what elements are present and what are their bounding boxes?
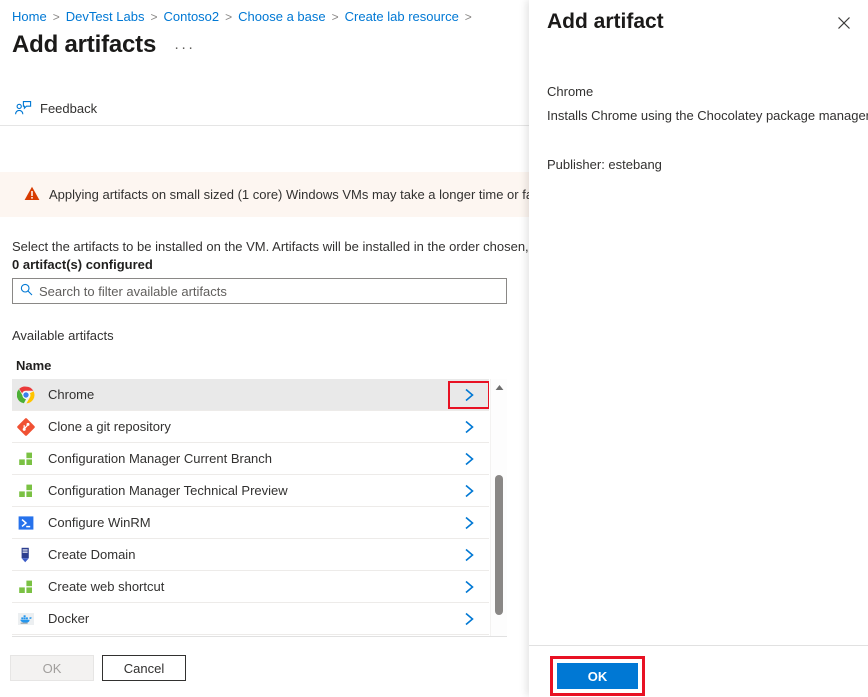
scroll-up-arrow-icon[interactable]: [491, 379, 507, 395]
feedback-person-icon: [14, 100, 32, 116]
docker-icon: [16, 609, 36, 629]
feedback-button[interactable]: Feedback: [14, 92, 97, 124]
more-options-button[interactable]: ···: [174, 33, 195, 63]
artifacts-rows: Chrome Clone: [12, 379, 489, 636]
breadcrumb-item-devtest-labs[interactable]: DevTest Labs: [66, 7, 145, 27]
breadcrumb-separator: >: [332, 7, 339, 27]
chevron-right-icon[interactable]: [449, 579, 489, 595]
breadcrumb-item-contoso2[interactable]: Contoso2: [163, 7, 219, 27]
breadcrumb-item-create-lab-resource[interactable]: Create lab resource: [345, 7, 459, 27]
table-row[interactable]: Configuration Manager Current Branch: [12, 443, 489, 475]
powershell-icon: [16, 513, 36, 533]
chrome-icon: [16, 385, 36, 405]
breadcrumb-separator: >: [225, 7, 232, 27]
cancel-button[interactable]: Cancel: [102, 655, 186, 681]
panel-ok-highlight: OK: [550, 656, 645, 696]
azure-portal-screen: Home > DevTest Labs > Contoso2 > Choose …: [0, 0, 868, 696]
feedback-label: Feedback: [40, 101, 97, 116]
ok-button: OK: [10, 655, 94, 681]
artifact-count-status: 0 artifact(s) configured: [12, 255, 153, 274]
breadcrumb-separator: >: [465, 7, 472, 27]
panel-footer: OK: [529, 645, 868, 697]
chevron-right-icon[interactable]: [449, 515, 489, 531]
table-row[interactable]: Configure WinRM: [12, 507, 489, 539]
chevron-right-icon[interactable]: [449, 419, 489, 435]
warning-banner: Applying artifacts on small sized (1 cor…: [0, 172, 529, 217]
chevron-right-icon[interactable]: [449, 382, 489, 408]
instruction-text: Select the artifacts to be installed on …: [12, 237, 529, 256]
panel-ok-button[interactable]: OK: [557, 663, 638, 689]
breadcrumb-separator: >: [150, 7, 157, 27]
domain-icon: [16, 545, 36, 565]
blade-footer: OK Cancel: [0, 645, 529, 696]
artifact-name: Create web shortcut: [48, 579, 449, 594]
table-row[interactable]: Create Domain: [12, 539, 489, 571]
page-title: Add artifacts: [12, 30, 156, 60]
sccm-squares-icon: [16, 449, 36, 469]
artifact-name: Docker: [48, 611, 449, 626]
panel-title: Add artifact: [547, 8, 664, 36]
scroll-thumb[interactable]: [495, 475, 503, 615]
artifacts-list: Name Chrome: [12, 352, 507, 637]
search-box[interactable]: [12, 278, 507, 304]
table-row[interactable]: Chrome: [12, 379, 489, 411]
warning-triangle-icon: [24, 186, 40, 204]
sccm-squares-icon: [16, 481, 36, 501]
add-artifacts-blade: Home > DevTest Labs > Contoso2 > Choose …: [0, 0, 529, 696]
artifact-name: Configuration Manager Technical Preview: [48, 483, 449, 498]
chevron-right-icon[interactable]: [449, 547, 489, 563]
panel-artifact-description: Installs Chrome using the Chocolatey pac…: [547, 106, 868, 125]
chevron-right-icon[interactable]: [449, 611, 489, 627]
artifact-name: Clone a git repository: [48, 419, 449, 434]
artifact-name: Configure WinRM: [48, 515, 449, 530]
artifact-name: Chrome: [48, 387, 449, 402]
chevron-right-icon[interactable]: [449, 483, 489, 499]
breadcrumb-item-choose-a-base[interactable]: Choose a base: [238, 7, 325, 27]
panel-publisher: Publisher: estebang: [547, 155, 662, 174]
available-artifacts-label: Available artifacts: [12, 328, 114, 343]
list-column-header-name: Name: [12, 352, 507, 379]
sccm-squares-icon: [16, 577, 36, 597]
page-title-row: Add artifacts ···: [12, 30, 195, 60]
breadcrumb-item-home[interactable]: Home: [12, 7, 47, 27]
panel-artifact-name: Chrome: [547, 82, 868, 101]
artifact-name: Create Domain: [48, 547, 449, 562]
table-row[interactable]: Configuration Manager Technical Preview: [12, 475, 489, 507]
table-row[interactable]: Create web shortcut: [12, 571, 489, 603]
search-icon: [20, 283, 33, 299]
breadcrumb-separator: >: [53, 7, 60, 27]
panel-body: Chrome Installs Chrome using the Chocola…: [547, 82, 868, 125]
git-diamond-icon: [16, 417, 36, 437]
table-row[interactable]: Docker: [12, 603, 489, 635]
warning-message: Applying artifacts on small sized (1 cor…: [49, 186, 529, 204]
breadcrumb: Home > DevTest Labs > Contoso2 > Choose …: [12, 7, 478, 27]
table-row[interactable]: Clone a git repository: [12, 411, 489, 443]
list-scrollbar[interactable]: [490, 379, 507, 636]
chevron-right-icon[interactable]: [449, 451, 489, 467]
command-bar: Feedback: [0, 92, 529, 126]
add-artifact-panel: Add artifact Chrome Installs Chrome usin…: [529, 0, 868, 696]
close-icon[interactable]: [831, 10, 857, 36]
artifact-name: Configuration Manager Current Branch: [48, 451, 449, 466]
search-input[interactable]: [39, 284, 479, 299]
